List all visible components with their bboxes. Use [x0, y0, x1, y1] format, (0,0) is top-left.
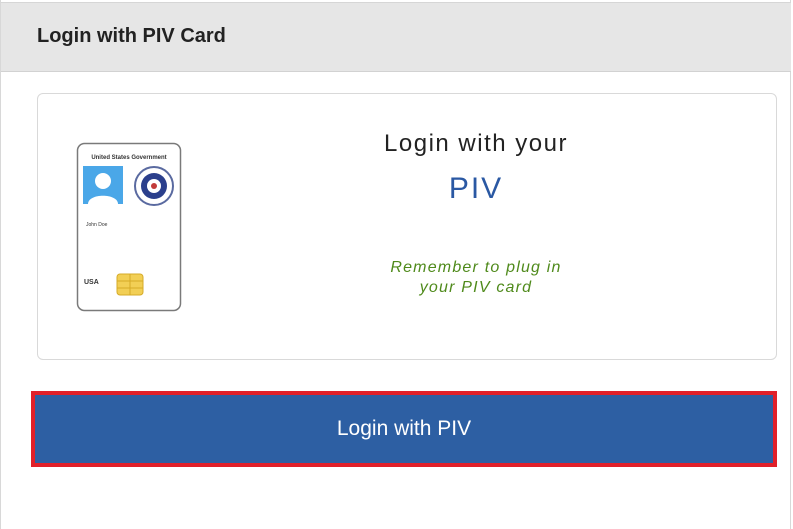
piv-highlight-text: PIV — [448, 172, 504, 205]
panel-header: Login with PIV Card — [1, 2, 791, 72]
login-with-piv-button[interactable]: Login with PIV — [35, 395, 773, 463]
card-header-text: United States Government — [91, 155, 166, 161]
card-name-text: John Doe — [86, 222, 108, 228]
piv-card-illustration: United States Government John Doe USA — [76, 142, 182, 312]
person-photo-icon — [83, 166, 123, 204]
card-country-text: USA — [84, 279, 99, 286]
dhs-seal-icon — [134, 166, 174, 206]
plug-in-reminder: Remember to plug in your PIV card — [351, 258, 601, 298]
chip-icon — [116, 273, 144, 296]
reminder-line-2: your PIV card — [419, 279, 533, 296]
reminder-line-1: Remember to plug in — [390, 259, 562, 276]
piv-login-panel: Login with PIV Card United States Govern… — [0, 0, 791, 529]
login-with-your-text: Login with your — [384, 130, 568, 157]
panel-title: Login with PIV Card — [37, 25, 226, 47]
